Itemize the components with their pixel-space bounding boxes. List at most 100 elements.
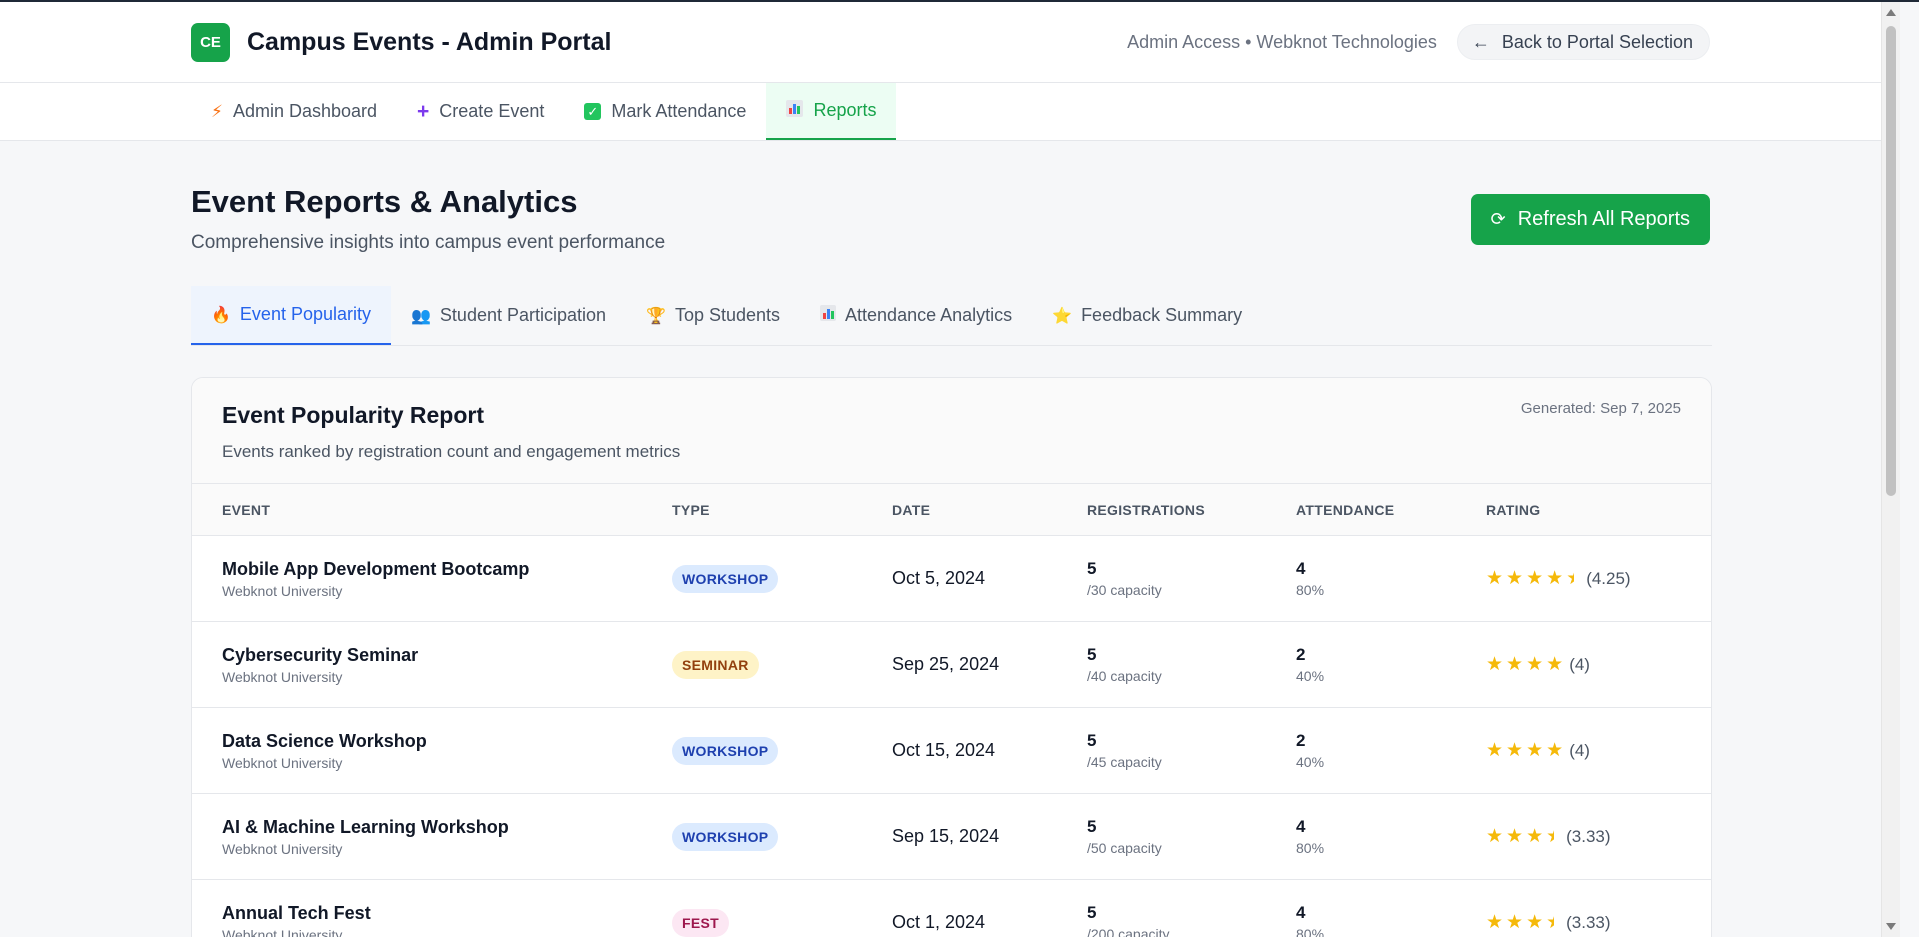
- event-cell: Mobile App Development Bootcamp Webknot U…: [192, 559, 672, 599]
- report-header: Event Popularity Report Events ranked by…: [192, 378, 1711, 484]
- registrations-cell: 5/45 capacity: [1087, 731, 1296, 770]
- checkbox-icon: ✓: [584, 103, 602, 120]
- event-cell: AI & Machine Learning Workshop Webknot Un…: [192, 817, 672, 857]
- rating-cell: ★★★★(3.33): [1486, 825, 1686, 848]
- star-icon: ★: [1546, 654, 1564, 675]
- star-icon: ★: [1486, 826, 1504, 847]
- app-title: Campus Events - Admin Portal: [247, 27, 612, 56]
- tab-label: Event Popularity: [239, 304, 371, 324]
- rating-cell: ★ ★ ★ ★ (4): [1486, 653, 1686, 676]
- attendance-percent: 80%: [1296, 582, 1325, 598]
- event-date: Oct 1, 2024: [892, 912, 986, 932]
- tab-label: Student Participation: [439, 305, 607, 325]
- fire-icon: 🔥: [211, 306, 231, 324]
- capacity-text: /200 capacity: [1087, 926, 1170, 937]
- tab-attendance-analytics[interactable]: Attendance Analytics: [800, 286, 1032, 345]
- star-icon: ⭐: [1052, 307, 1073, 325]
- registration-count: 5: [1087, 645, 1097, 664]
- capacity-text: /45 capacity: [1087, 754, 1162, 770]
- star-icon: ★: [1526, 740, 1544, 761]
- star-icon: ★: [1486, 912, 1504, 933]
- registration-count: 5: [1087, 559, 1097, 578]
- back-to-portal-button[interactable]: ← Back to Portal Selection: [1456, 24, 1710, 60]
- nav-label: Admin Dashboard: [232, 101, 378, 121]
- column-header: TYPE: [672, 501, 710, 518]
- tab-event-popularity[interactable]: 🔥 Event Popularity: [191, 286, 391, 345]
- table-row[interactable]: Data Science Workshop Webknot University W…: [192, 708, 1711, 794]
- event-date: Sep 25, 2024: [892, 654, 1000, 674]
- scroll-down-arrow-icon[interactable]: [1886, 923, 1896, 930]
- tab-top-students[interactable]: 🏆 Top Students: [626, 286, 800, 345]
- rating-cell: ★ ★ ★ ★ (4): [1486, 739, 1686, 762]
- event-organization: Webknot University: [222, 668, 343, 685]
- page-scrollbar[interactable]: [1881, 2, 1900, 937]
- tab-student-participation[interactable]: 👥 Student Participation: [391, 286, 626, 345]
- scroll-up-arrow-icon[interactable]: [1886, 9, 1896, 16]
- scrollbar-thumb[interactable]: [1886, 26, 1896, 496]
- half-star-icon: ★: [1546, 911, 1554, 934]
- app-frame: CE Campus Events - Admin Portal Admin Ac…: [0, 2, 1900, 937]
- event-type-badge: SEMINAR: [672, 650, 759, 679]
- attendance-percent: 40%: [1296, 754, 1325, 770]
- top-header: CE Campus Events - Admin Portal Admin Ac…: [0, 2, 1900, 83]
- type-cell: WORKSHOP: [672, 822, 892, 851]
- nav-label: Reports: [813, 100, 877, 120]
- tab-label: Feedback Summary: [1081, 305, 1243, 325]
- app-logo: CE: [191, 22, 230, 62]
- attendance-cell: 4 80%: [1296, 559, 1486, 598]
- half-star-icon: ★: [1546, 825, 1554, 848]
- event-type-badge: WORKSHOP: [672, 822, 779, 851]
- rating-value: (3.33): [1566, 826, 1611, 846]
- tab-label: Top Students: [674, 305, 781, 325]
- event-organization: Webknot University: [222, 926, 343, 937]
- attendance-count: 2: [1296, 645, 1306, 664]
- table-row[interactable]: Cybersecurity Seminar Webknot University S…: [192, 622, 1711, 708]
- event-date: Oct 5, 2024: [892, 568, 986, 588]
- refresh-label: Refresh All Reports: [1517, 208, 1690, 230]
- registrations-cell: 5/50 capacity: [1087, 817, 1296, 856]
- star-icon: ★: [1486, 568, 1504, 589]
- table-row[interactable]: AI & Machine Learning Workshop Webknot Un…: [192, 794, 1711, 880]
- refresh-all-reports-button[interactable]: ⟳ Refresh All Reports: [1470, 194, 1710, 245]
- plus-icon: +: [417, 99, 430, 123]
- access-info: Admin Access • Webknot Technologies: [1127, 31, 1437, 52]
- bar-chart-icon: [820, 305, 837, 326]
- main-nav: ⚡ Admin Dashboard + Create Event ✓ Mark …: [0, 83, 1900, 141]
- event-organization: Webknot University: [222, 840, 343, 857]
- event-type-badge: WORKSHOP: [672, 564, 779, 593]
- event-organization: Webknot University: [222, 582, 343, 599]
- event-cell: Cybersecurity Seminar Webknot University: [192, 645, 672, 685]
- column-header: EVENT: [222, 501, 271, 518]
- rating-value: (4): [1569, 740, 1590, 760]
- column-header: RATING: [1486, 501, 1541, 518]
- attendance-count: 4: [1296, 817, 1306, 836]
- star-icon: ★: [1526, 654, 1544, 675]
- column-header: ATTENDANCE: [1296, 501, 1395, 518]
- bar-chart-icon: [786, 99, 804, 122]
- trophy-icon: 🏆: [646, 307, 666, 325]
- table-row[interactable]: Annual Tech Fest Webknot University FEST Oc…: [192, 880, 1711, 937]
- registrations-cell: 5/30 capacity: [1087, 559, 1296, 598]
- table-row[interactable]: Mobile App Development Bootcamp Webknot U…: [192, 536, 1711, 622]
- arrow-left-icon: ←: [1471, 31, 1490, 52]
- attendance-cell: 4 80%: [1296, 817, 1486, 856]
- rating-value: (4): [1569, 654, 1590, 674]
- table-header: EVENT TYPE DATE REGISTRATIONS ATTENDANCE…: [192, 484, 1711, 536]
- nav-mark-attendance[interactable]: ✓ Mark Attendance: [564, 83, 766, 140]
- event-name: AI & Machine Learning Workshop: [222, 816, 509, 837]
- people-icon: 👥: [411, 307, 431, 325]
- generated-date: Generated: Sep 7, 2025: [1520, 400, 1681, 417]
- report-tabs: 🔥 Event Popularity 👥 Student Participati…: [191, 286, 1712, 346]
- capacity-text: /40 capacity: [1087, 668, 1162, 684]
- nav-create-event[interactable]: + Create Event: [397, 83, 564, 140]
- tab-label: Attendance Analytics: [845, 305, 1013, 325]
- registrations-cell: 5/200 capacity: [1087, 903, 1296, 937]
- nav-reports[interactable]: Reports: [766, 83, 897, 140]
- nav-admin-dashboard[interactable]: ⚡ Admin Dashboard: [191, 83, 397, 140]
- rating-value: (3.33): [1566, 912, 1611, 932]
- rating-cell: ★★★★★(4.25): [1486, 567, 1686, 590]
- half-star-icon: ★: [1566, 567, 1574, 590]
- rating-value: (4.25): [1586, 568, 1631, 588]
- event-date: Oct 15, 2024: [892, 740, 996, 760]
- tab-feedback-summary[interactable]: ⭐ Feedback Summary: [1032, 286, 1262, 345]
